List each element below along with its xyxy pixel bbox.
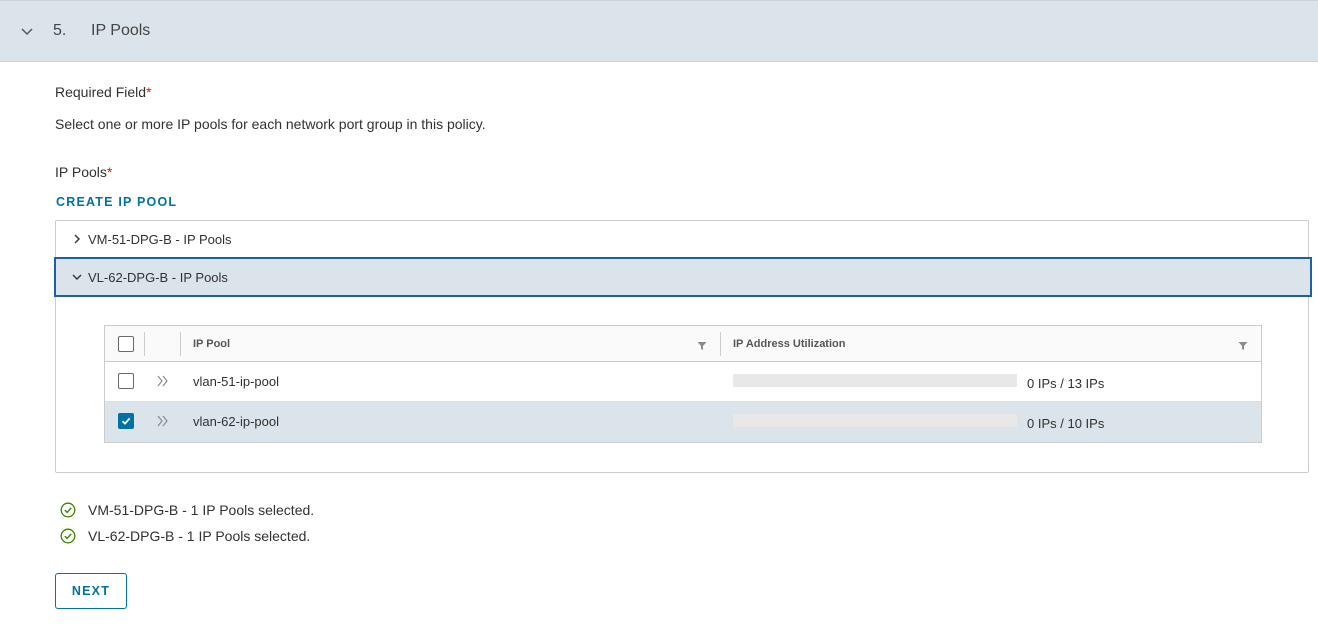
column-divider xyxy=(144,332,145,356)
column-divider[interactable] xyxy=(720,332,721,356)
chevron-down-icon xyxy=(72,274,82,280)
ip-pool-name: vlan-51-ip-pool xyxy=(193,374,279,389)
row-checkbox[interactable] xyxy=(118,373,134,389)
ip-pool-name: vlan-62-ip-pool xyxy=(193,414,279,429)
accordion-panel-vm-51[interactable]: VM-51-DPG-B - IP Pools xyxy=(56,221,1308,257)
step-title: IP Pools xyxy=(91,22,151,39)
grid-header: IP Pool IP Address Utilization xyxy=(105,326,1261,362)
status-message: VM-51-DPG-B - 1 IP Pools selected. xyxy=(60,502,314,518)
filter-icon[interactable] xyxy=(697,341,707,351)
status-message: VL-62-DPG-B - 1 IP Pools selected. xyxy=(60,528,310,544)
ip-pool-grid: IP Pool IP Address Utilization vlan-51-i… xyxy=(104,325,1262,443)
row-checkbox[interactable] xyxy=(118,413,134,429)
table-row[interactable]: vlan-51-ip-pool 0 IPs / 13 IPs xyxy=(105,362,1261,402)
double-chevron-right-icon[interactable] xyxy=(156,374,170,388)
select-all-checkbox[interactable] xyxy=(118,336,134,352)
accordion-panel-vl-62[interactable]: VL-62-DPG-B - IP Pools xyxy=(54,257,1312,297)
utilization-text: 0 IPs / 13 IPs xyxy=(1027,376,1105,391)
status-text: VL-62-DPG-B - 1 IP Pools selected. xyxy=(88,528,311,544)
status-text: VM-51-DPG-B - 1 IP Pools selected. xyxy=(88,502,315,518)
chevron-down-icon[interactable] xyxy=(20,25,34,39)
double-chevron-right-icon[interactable] xyxy=(156,414,170,428)
checkmark-icon xyxy=(121,417,131,425)
column-divider xyxy=(180,332,181,356)
utilization-bar xyxy=(733,414,1017,427)
step-number: 5. xyxy=(53,22,67,39)
table-row[interactable]: vlan-62-ip-pool 0 IPs / 10 IPs xyxy=(105,402,1261,442)
accordion-title: VM-51-DPG-B - IP Pools xyxy=(88,231,232,247)
column-header-ip-utilization[interactable]: IP Address Utilization xyxy=(733,338,845,350)
utilization-bar xyxy=(733,374,1017,387)
accordion-title: VL-62-DPG-B - IP Pools xyxy=(88,269,228,285)
required-star: * xyxy=(146,84,152,100)
ip-pools-accordion: VM-51-DPG-B - IP Pools VL-62-DPG-B - IP … xyxy=(54,220,1312,473)
chevron-right-icon xyxy=(74,234,80,244)
required-star: * xyxy=(106,164,113,180)
utilization-text: 0 IPs / 10 IPs xyxy=(1027,416,1105,431)
step-description: Select one or more IP pools for each net… xyxy=(55,116,486,132)
next-button[interactable]: NEXT xyxy=(55,573,127,609)
filter-icon[interactable] xyxy=(1238,341,1248,351)
column-header-ip-pool[interactable]: IP Pool xyxy=(193,338,230,350)
create-ip-pool-link[interactable]: CREATE IP POOL xyxy=(56,195,177,209)
ip-pools-label: IP Pools* xyxy=(55,164,113,180)
check-circle-icon xyxy=(60,528,76,544)
step-header[interactable]: 5. IP Pools xyxy=(0,0,1318,62)
required-field-note: Required Field* xyxy=(55,84,152,100)
check-circle-icon xyxy=(60,502,76,518)
